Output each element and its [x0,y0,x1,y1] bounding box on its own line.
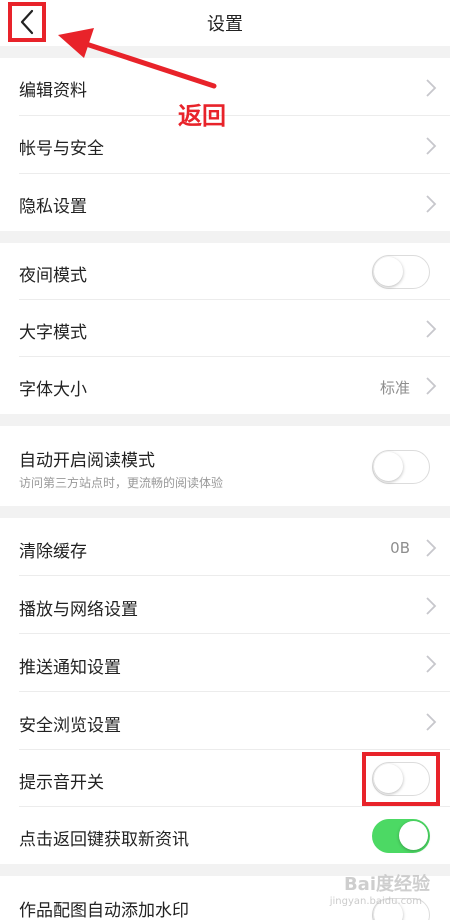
night-mode-toggle[interactable] [372,255,430,289]
settings-item-label: 隐私设置 [19,197,87,217]
nav-bar: 设置 [0,0,450,46]
settings-item-push-notifications[interactable]: 推送通知设置 [0,634,450,692]
auto-reading-mode-toggle[interactable] [372,450,430,484]
toggle-knob [374,452,403,481]
settings-item-large-text[interactable]: 大字模式 [0,300,450,357]
highlight-box [362,752,440,806]
settings-item-safe-browsing[interactable]: 安全浏览设置 [0,692,450,750]
chevron-right-icon [426,713,437,731]
settings-item-back-refresh[interactable]: 点击返回键获取新资讯 [0,807,450,864]
chevron-right-icon [426,539,437,557]
chevron-right-icon [426,137,437,155]
font-size-value: 标准 [379,379,410,397]
settings-item-label: 字体大小 [19,380,87,400]
settings-item-label: 安全浏览设置 [19,716,121,736]
back-annotation-label: 返回 [178,102,226,130]
settings-item-label: 自动开启阅读模式 [19,451,155,471]
watermark-logo: Bai度经验 [343,874,430,895]
cache-size-value: 0B [390,539,410,557]
section-gap [0,414,450,426]
chevron-right-icon [426,377,437,395]
section-gap [0,46,450,58]
settings-item-night-mode[interactable]: 夜间模式 [0,243,450,300]
settings-item-label: 作品配图自动添加水印 [19,901,189,920]
settings-item-label: 播放与网络设置 [19,600,138,620]
section-gap [0,506,450,518]
chevron-right-icon [426,320,437,338]
settings-item-playback-network[interactable]: 播放与网络设置 [0,576,450,634]
settings-item-label: 点击返回键获取新资讯 [19,830,189,850]
toggle-knob [374,257,403,286]
settings-page: 设置 编辑资料 帐号与安全 隐私设置 夜间模式 大字模式 字体大小 标准 自动开… [0,0,450,920]
settings-item-label: 清除缓存 [19,542,87,562]
page-title: 设置 [207,14,243,35]
settings-item-auto-reading-mode[interactable]: 自动开启阅读模式 访问第三方站点时，更流畅的阅读体验 [0,426,450,506]
settings-item-label: 提示音开关 [19,773,104,793]
watermark-url: jingyan.baidu.com [329,896,422,907]
chevron-right-icon [426,79,437,97]
settings-item-label: 大字模式 [19,323,87,343]
settings-item-font-size[interactable]: 字体大小 标准 [0,357,450,414]
chevron-right-icon [426,655,437,673]
toggle-knob [399,821,428,850]
section-gap [0,231,450,243]
settings-item-label: 夜间模式 [19,266,87,286]
chevron-right-icon [426,597,437,615]
settings-item-label: 帐号与安全 [19,139,104,159]
back-refresh-toggle[interactable] [372,819,430,853]
settings-item-label: 编辑资料 [19,81,87,101]
settings-item-clear-cache[interactable]: 清除缓存 0B [0,518,450,576]
settings-item-privacy[interactable]: 隐私设置 [0,174,450,231]
settings-item-label: 推送通知设置 [19,658,121,678]
chevron-right-icon [426,195,437,213]
settings-item-description: 访问第三方站点时，更流畅的阅读体验 [19,476,224,490]
